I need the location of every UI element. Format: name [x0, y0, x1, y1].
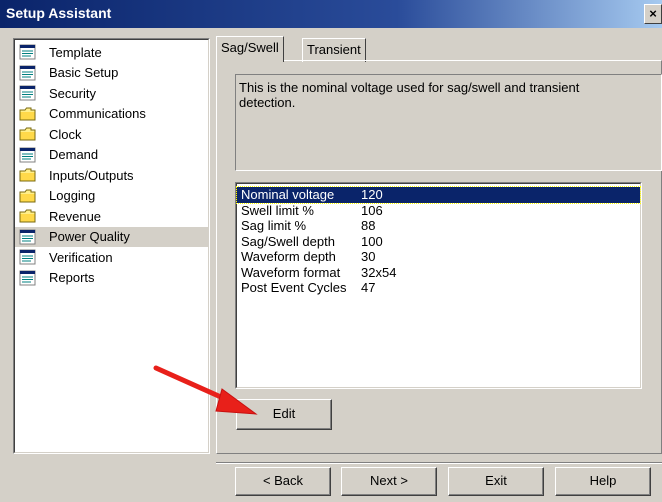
tree-item-communications[interactable]: Communications — [15, 104, 208, 125]
parameter-name: Post Event Cycles — [241, 280, 347, 295]
document-icon — [19, 44, 37, 60]
back-button-label: < Back — [262, 473, 304, 488]
parameter-name: Sag limit % — [241, 218, 307, 233]
tree-item-label: Verification — [49, 249, 113, 265]
title-bar[interactable]: Setup Assistant × — [0, 0, 662, 28]
document-icon — [19, 147, 37, 163]
parameter-value: 30 — [361, 249, 376, 264]
tree-item-label: Reports — [49, 270, 95, 286]
parameter-list[interactable]: Nominal voltage 120 Swell limit % 106 Sag li… — [235, 182, 642, 389]
document-icon — [19, 270, 37, 286]
parameter-name: Nominal voltage — [241, 187, 335, 202]
tree-item-label: Security — [49, 85, 96, 101]
tab-sag-swell[interactable]: Sag/Swell — [216, 36, 284, 62]
document-icon — [19, 249, 37, 265]
tree-item-label: Template — [49, 44, 102, 60]
tree-item-label: Basic Setup — [49, 65, 119, 81]
parameter-row[interactable]: Sag/Swell depth 100 — [237, 234, 640, 250]
tree-item-reports[interactable]: Reports — [15, 268, 208, 289]
parameter-value: 120 — [361, 187, 383, 202]
document-icon — [19, 65, 37, 81]
close-button[interactable]: × — [644, 4, 662, 24]
parameter-row[interactable]: Waveform format 32x54 — [237, 265, 640, 281]
folder-icon — [19, 167, 37, 183]
folder-icon — [19, 208, 37, 224]
parameter-row[interactable]: Post Event Cycles 47 — [237, 280, 640, 296]
parameter-name: Waveform format — [241, 264, 341, 280]
close-icon: × — [649, 6, 657, 21]
button-separator — [216, 462, 662, 464]
annotation-arrow-icon — [153, 365, 258, 415]
tree-list: Template Basic Setup Security Communication… — [15, 40, 208, 288]
help-button-label: Help — [589, 473, 617, 488]
setup-assistant-window: Setup Assistant × Template Basic Setup Sec… — [0, 0, 662, 502]
tree-item-inputs-outputs[interactable]: Inputs/Outputs — [15, 165, 208, 186]
exit-button[interactable]: Exit — [448, 467, 544, 496]
folder-icon — [19, 188, 37, 204]
tree-item-demand[interactable]: Demand — [15, 145, 208, 166]
parameter-value: 32x54 — [361, 264, 397, 280]
tab-label: Sag/Swell — [221, 40, 279, 55]
exit-button-label: Exit — [485, 473, 507, 488]
tree-item-label: Inputs/Outputs — [49, 167, 134, 183]
parameter-name: Sag/Swell depth — [241, 233, 335, 249]
tree-item-logging[interactable]: Logging — [15, 186, 208, 207]
tab-label: Transient — [307, 42, 361, 57]
parameter-row[interactable]: Sag limit % 88 — [237, 218, 640, 234]
parameter-value: 88 — [361, 218, 376, 233]
tree-item-power-quality[interactable]: Power Quality — [15, 226, 208, 247]
parameter-row[interactable]: Nominal voltage 120 — [236, 186, 641, 204]
back-button[interactable]: < Back — [235, 467, 331, 496]
next-button[interactable]: Next > — [341, 467, 437, 496]
description-box: This is the nominal voltage used for sag… — [235, 74, 662, 171]
tree-item-label: Demand — [49, 147, 99, 163]
tree-item-label: Power Quality — [49, 229, 130, 245]
parameter-row[interactable]: Swell limit % 106 — [237, 203, 640, 219]
parameter-value: 106 — [361, 202, 383, 218]
parameter-name: Waveform depth — [241, 249, 336, 264]
document-icon — [19, 85, 37, 101]
edit-button-label: Edit — [272, 406, 296, 421]
parameter-value: 100 — [361, 233, 383, 249]
parameter-name: Swell limit % — [241, 202, 314, 218]
parameter-value: 47 — [361, 280, 376, 295]
help-button[interactable]: Help — [555, 467, 651, 496]
tree-item-label: Clock — [49, 126, 82, 142]
tree-item-template[interactable]: Template — [15, 42, 208, 63]
tree-item-label: Revenue — [49, 208, 102, 224]
tree-item-basic-setup[interactable]: Basic Setup — [15, 63, 208, 84]
folder-icon — [19, 106, 37, 122]
tree-item-label: Communications — [49, 106, 146, 122]
window-title: Setup Assistant — [6, 5, 112, 21]
folder-icon — [19, 126, 37, 142]
parameter-row[interactable]: Waveform depth 30 — [237, 249, 640, 265]
document-icon — [19, 229, 37, 245]
tree-item-revenue[interactable]: Revenue — [15, 206, 208, 227]
tree-item-security[interactable]: Security — [15, 83, 208, 104]
tab-transient[interactable]: Transient — [302, 38, 366, 62]
next-button-label: Next > — [370, 473, 408, 488]
tree-item-verification[interactable]: Verification — [15, 247, 208, 268]
tree-item-label: Logging — [49, 188, 96, 204]
tree-item-clock[interactable]: Clock — [15, 124, 208, 145]
